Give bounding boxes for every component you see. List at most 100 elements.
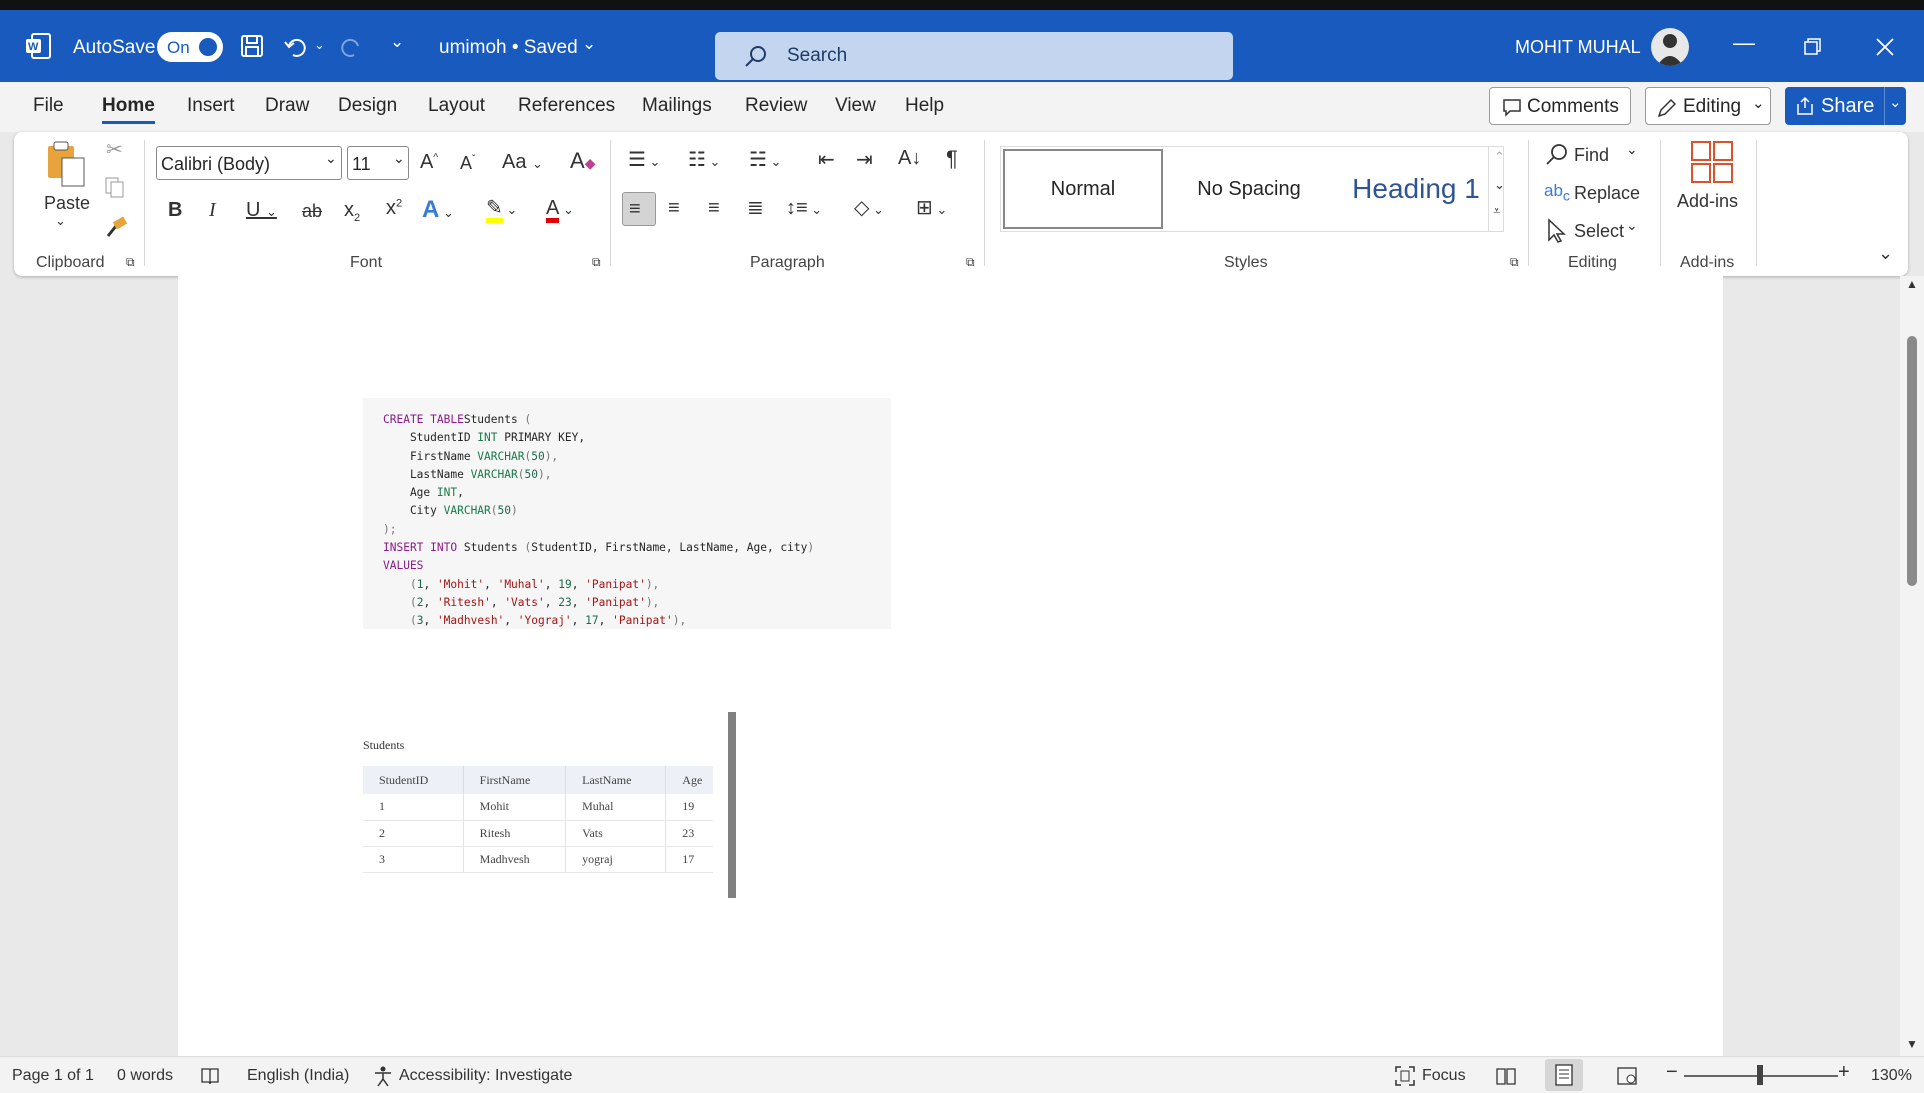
styles-scroll[interactable]: ⌃ ⌄ ⩡ (1488, 146, 1512, 232)
cut-icon[interactable]: ✂ (106, 140, 123, 160)
editing-mode-button[interactable]: Editing ⌄ (1645, 87, 1771, 125)
highlight-color-icon[interactable]: ✎ ⌄ (486, 198, 517, 223)
replace-label[interactable]: Replace (1574, 184, 1640, 202)
text-effects-icon[interactable]: A ⌄ (422, 198, 454, 222)
redo-icon[interactable] (338, 34, 364, 60)
save-icon[interactable] (240, 34, 266, 60)
style-normal[interactable]: Normal (1003, 149, 1163, 229)
language[interactable]: English (India) (247, 1067, 349, 1085)
shrink-font-icon[interactable]: Aˇ (460, 154, 475, 172)
underline-icon[interactable]: U ⌄ (246, 200, 277, 220)
tab-help[interactable]: Help (905, 95, 944, 117)
find-icon[interactable] (1544, 142, 1570, 168)
add-ins-icon[interactable] (1690, 140, 1734, 184)
tab-design[interactable]: Design (338, 95, 397, 117)
format-painter-icon[interactable] (104, 216, 128, 240)
styles-launcher-icon[interactable]: ⧉ (1510, 256, 1519, 268)
tab-insert[interactable]: Insert (187, 95, 235, 117)
italic-icon[interactable]: I (209, 200, 216, 220)
zoom-out-icon[interactable]: − (1666, 1061, 1678, 1084)
style-heading-1[interactable]: Heading 1 (1331, 149, 1501, 229)
collapse-ribbon-icon[interactable]: ⌄ (1878, 244, 1893, 262)
proofing-book-icon[interactable] (200, 1066, 220, 1086)
bold-icon[interactable]: B (168, 200, 182, 220)
zoom-slider-thumb[interactable] (1757, 1065, 1763, 1085)
styles-more-icon[interactable]: ⩡ (1493, 204, 1500, 217)
paste-chevron-icon[interactable]: ⌄ (55, 214, 66, 227)
sort-icon[interactable]: A↓ (898, 148, 921, 168)
tab-view[interactable]: View (835, 95, 876, 117)
grow-font-icon[interactable]: A^ (420, 152, 438, 172)
add-ins-label[interactable]: Add-ins (1677, 192, 1738, 210)
font-size-select[interactable]: 11 ⌄ (347, 146, 409, 180)
find-label[interactable]: Find (1574, 146, 1609, 164)
focus-icon[interactable] (1394, 1065, 1416, 1087)
superscript-icon[interactable]: x2 (386, 198, 402, 218)
word-count[interactable]: 0 words (117, 1067, 173, 1085)
select-label[interactable]: Select (1574, 222, 1624, 240)
avatar[interactable] (1651, 28, 1689, 66)
share-chevron-icon[interactable]: ⌄ (1889, 93, 1902, 111)
title-chevron-icon[interactable]: ⌄ (582, 34, 596, 54)
paste-icon[interactable] (44, 140, 90, 190)
zoom-level[interactable]: 130% (1871, 1067, 1912, 1085)
page-count[interactable]: Page 1 of 1 (12, 1067, 94, 1085)
accessibility-icon[interactable] (372, 1065, 394, 1087)
close-icon[interactable] (1876, 38, 1894, 56)
user-name[interactable]: MOHIT MUHAL (1515, 37, 1641, 58)
align-center-icon[interactable]: ≡ (668, 198, 680, 218)
justify-icon[interactable]: ≣ (747, 198, 764, 218)
styles-up-icon[interactable]: ⌃ (1494, 150, 1505, 163)
decrease-indent-icon[interactable]: ⇤ (818, 150, 835, 170)
word-logo-icon[interactable]: W (24, 32, 52, 60)
tab-layout[interactable]: Layout (428, 95, 485, 117)
print-layout-button[interactable] (1545, 1059, 1583, 1091)
comments-button[interactable]: Comments (1489, 87, 1631, 125)
autosave-toggle[interactable]: On (157, 32, 223, 62)
paste-label[interactable]: Paste (44, 194, 90, 212)
paragraph-launcher-icon[interactable]: ⧉ (966, 256, 975, 268)
find-chevron-icon[interactable]: ⌄ (1626, 142, 1638, 156)
restore-icon[interactable] (1804, 38, 1822, 56)
minimize-icon[interactable]: — (1733, 30, 1755, 56)
document-page[interactable]: CREATE TABLEStudents ( StudentID INT PRI… (178, 276, 1723, 1056)
tab-review[interactable]: Review (745, 95, 807, 117)
search-box[interactable]: Search (715, 32, 1233, 80)
select-chevron-icon[interactable]: ⌄ (1626, 218, 1638, 232)
show-paragraph-marks-icon[interactable]: ¶ (946, 148, 958, 170)
clear-formatting-icon[interactable]: A◆ (570, 150, 595, 172)
increase-indent-icon[interactable]: ⇥ (856, 150, 873, 170)
vertical-scrollbar[interactable]: ▲ ▼ (1900, 276, 1924, 1056)
tab-draw[interactable]: Draw (265, 95, 309, 117)
document-title[interactable]: umimoh • Saved (439, 37, 578, 59)
undo-icon[interactable] (283, 34, 309, 60)
font-launcher-icon[interactable]: ⧉ (592, 256, 601, 268)
web-layout-icon[interactable] (1616, 1065, 1638, 1087)
copy-icon[interactable] (104, 176, 126, 200)
share-button[interactable]: Share ⌄ (1785, 87, 1906, 125)
tab-references[interactable]: References (518, 95, 615, 117)
bullets-icon[interactable]: ☰ ⌄ (628, 150, 660, 170)
font-color-icon[interactable]: A ⌄ (546, 198, 574, 223)
accessibility-status[interactable]: Accessibility: Investigate (399, 1067, 572, 1085)
align-right-icon[interactable]: ≡ (708, 198, 720, 218)
customize-toolbar-icon[interactable]: ⌄ (390, 32, 404, 52)
tab-file[interactable]: File (33, 95, 64, 117)
styles-down-icon[interactable]: ⌄ (1494, 178, 1505, 191)
scroll-up-icon[interactable]: ▲ (1906, 278, 1918, 290)
shading-icon[interactable]: ◇ ⌄ (854, 198, 884, 218)
subscript-icon[interactable]: x2 (344, 200, 360, 224)
read-mode-icon[interactable] (1495, 1065, 1517, 1087)
zoom-in-icon[interactable]: + (1838, 1061, 1850, 1084)
strikethrough-icon[interactable]: ab (302, 202, 322, 220)
tab-home[interactable]: Home (102, 95, 155, 124)
tab-mailings[interactable]: Mailings (642, 95, 712, 117)
align-left-button[interactable]: ≡ (622, 192, 656, 226)
replace-icon[interactable]: abc (1544, 182, 1570, 204)
font-name-select[interactable]: Calibri (Body) ⌄ (156, 146, 342, 180)
borders-icon[interactable]: ⊞ ⌄ (916, 198, 947, 218)
line-spacing-icon[interactable]: ↕≡ ⌄ (786, 198, 822, 218)
multilevel-list-icon[interactable]: ☵ ⌄ (749, 150, 781, 170)
select-cursor-icon[interactable] (1546, 218, 1568, 244)
change-case-icon[interactable]: Aa ⌄ (502, 152, 543, 172)
